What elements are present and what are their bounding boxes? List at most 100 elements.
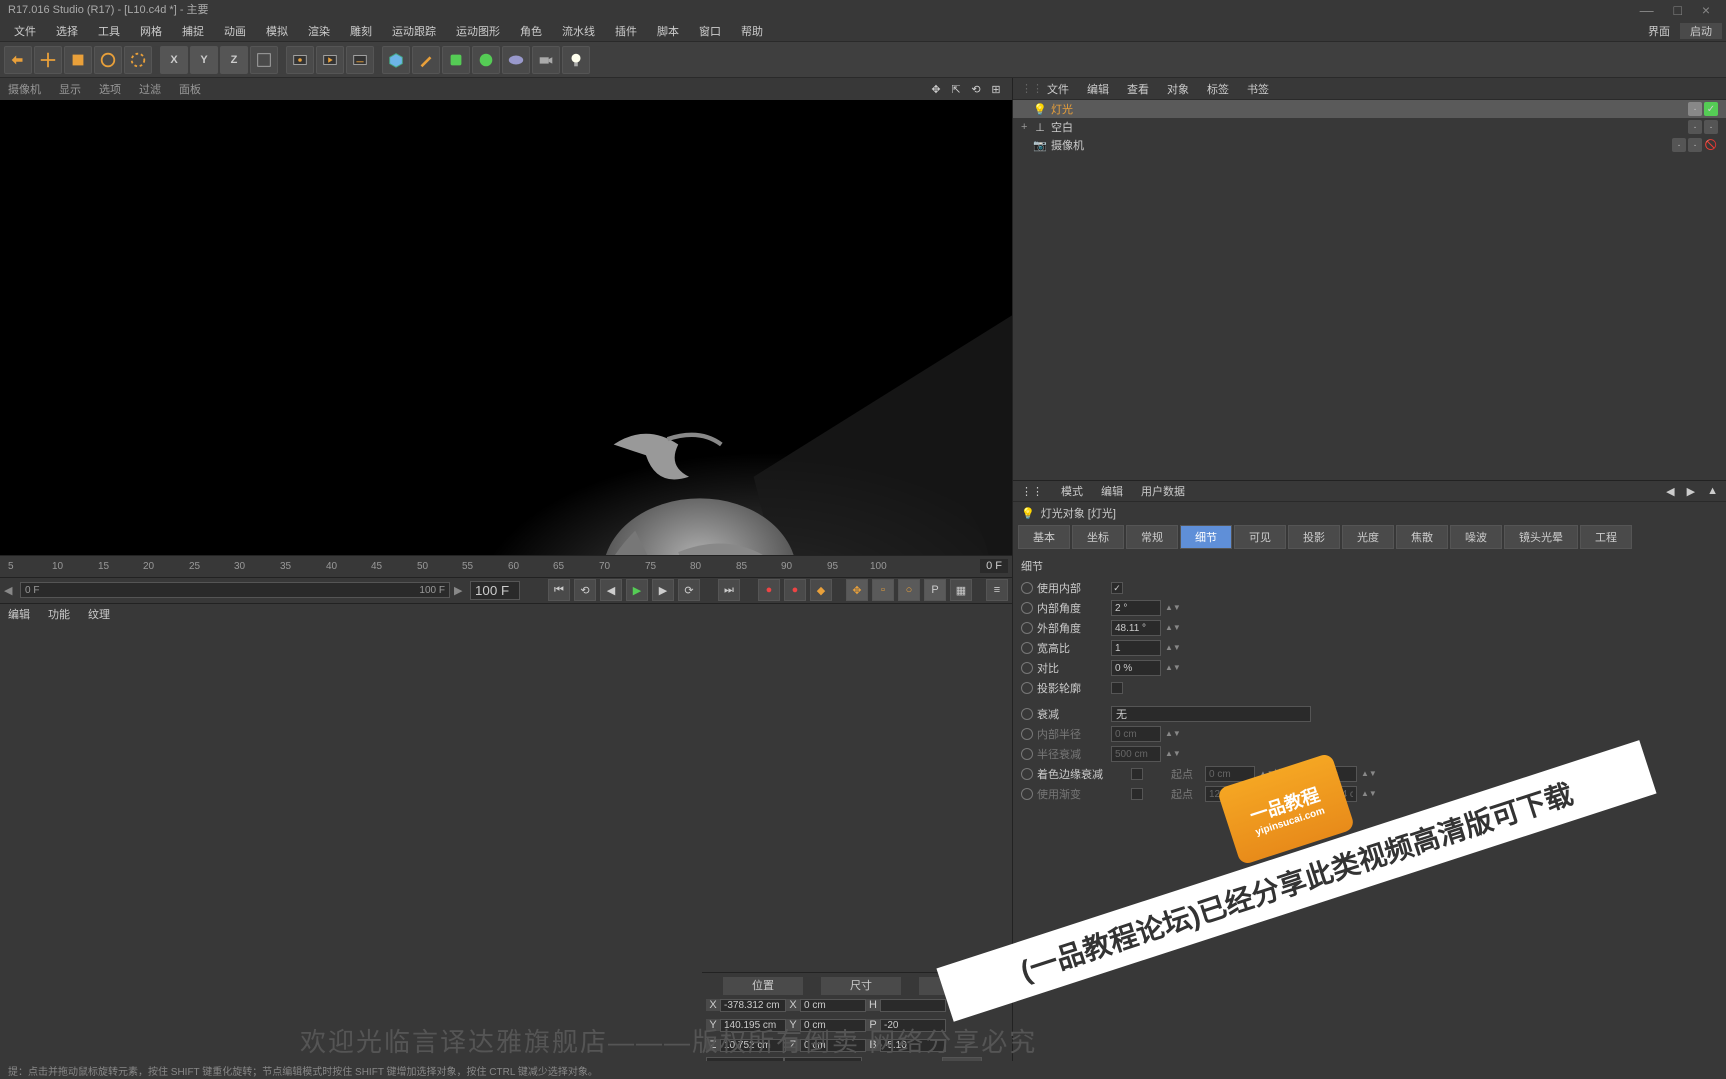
- mat-function[interactable]: 功能: [48, 606, 70, 622]
- coord-system-button[interactable]: [250, 46, 278, 74]
- anim-dot[interactable]: [1021, 748, 1033, 760]
- vp-tab-panel[interactable]: 面板: [179, 81, 201, 97]
- anim-dot[interactable]: [1021, 768, 1033, 780]
- render-flag[interactable]: ·: [1704, 120, 1718, 134]
- obj-view[interactable]: 查看: [1127, 81, 1149, 97]
- value-input[interactable]: [1111, 600, 1161, 616]
- rot-h-input[interactable]: [880, 999, 946, 1012]
- spinner-icon[interactable]: ▲▼: [1361, 770, 1371, 778]
- axis-x-button[interactable]: X: [160, 46, 188, 74]
- key-scale-button[interactable]: ▫: [872, 579, 894, 601]
- render-view-button[interactable]: [286, 46, 314, 74]
- value-input[interactable]: [1111, 726, 1161, 742]
- attr-up-icon[interactable]: ▲: [1707, 485, 1718, 498]
- object-name[interactable]: 摄像机: [1051, 137, 1131, 153]
- last-tool[interactable]: [124, 46, 152, 74]
- render-pv-button[interactable]: [316, 46, 344, 74]
- tab-visibility[interactable]: 可见: [1234, 525, 1286, 549]
- value-input[interactable]: [1111, 620, 1161, 636]
- anim-dot[interactable]: [1021, 708, 1033, 720]
- anim-dot[interactable]: [1021, 602, 1033, 614]
- deformer-button[interactable]: [472, 46, 500, 74]
- menu-window[interactable]: 窗口: [689, 23, 731, 39]
- spinner-icon[interactable]: ▲▼: [1165, 730, 1175, 738]
- expand-icon[interactable]: +: [1021, 121, 1033, 133]
- object-name[interactable]: 灯光: [1051, 101, 1131, 117]
- menu-character[interactable]: 角色: [510, 23, 552, 39]
- render-flag[interactable]: ·: [1688, 138, 1702, 152]
- goto-start-button[interactable]: ⏮: [548, 579, 570, 601]
- value-input[interactable]: [1111, 640, 1161, 656]
- checkbox[interactable]: [1111, 682, 1123, 694]
- object-tree[interactable]: 💡 灯光 · ✓ + ⊥ 空白 · · 📷 摄像机: [1013, 100, 1726, 480]
- menu-tools[interactable]: 工具: [88, 23, 130, 39]
- key-options-button[interactable]: ◆: [810, 579, 832, 601]
- timeline-ruler[interactable]: 5 10 15 20 25 30 35 40 45 50 55 60 65 70…: [0, 555, 1012, 577]
- attr-userdata[interactable]: 用户数据: [1141, 483, 1185, 499]
- grip-icon[interactable]: ⋮⋮: [1021, 485, 1043, 498]
- autokey-button[interactable]: ●: [784, 579, 806, 601]
- spinner-icon[interactable]: ▲▼: [1165, 644, 1175, 652]
- visibility-flag[interactable]: ·: [1688, 120, 1702, 134]
- anim-dot[interactable]: [1021, 788, 1033, 800]
- menu-file[interactable]: 文件: [4, 23, 46, 39]
- menu-select[interactable]: 选择: [46, 23, 88, 39]
- visibility-flag[interactable]: ·: [1688, 102, 1702, 116]
- value-input[interactable]: [1111, 660, 1161, 676]
- dropdown[interactable]: 无: [1111, 706, 1311, 722]
- anim-dot[interactable]: [1021, 582, 1033, 594]
- next-frame-button[interactable]: ▶: [652, 579, 674, 601]
- tab-caustics[interactable]: 焦散: [1396, 525, 1448, 549]
- menu-layout[interactable]: 界面: [1638, 23, 1680, 39]
- mat-texture[interactable]: 纹理: [88, 606, 110, 622]
- anim-dot[interactable]: [1021, 622, 1033, 634]
- anim-dot[interactable]: [1021, 662, 1033, 674]
- menu-simulate[interactable]: 模拟: [256, 23, 298, 39]
- size-x-input[interactable]: [800, 999, 866, 1012]
- tab-general[interactable]: 常规: [1126, 525, 1178, 549]
- tab-photometric[interactable]: 光度: [1342, 525, 1394, 549]
- cube-primitive-button[interactable]: [382, 46, 410, 74]
- range-slider[interactable]: 0 F 100 F: [20, 582, 450, 598]
- prev-frame-button[interactable]: ◀: [600, 579, 622, 601]
- anim-dot[interactable]: [1021, 642, 1033, 654]
- render-settings-button[interactable]: [346, 46, 374, 74]
- spinner-icon[interactable]: ▲▼: [1165, 750, 1175, 758]
- frame-end-input[interactable]: [470, 581, 520, 600]
- object-row-camera[interactable]: 📷 摄像机 · · 🚫: [1013, 136, 1726, 154]
- menu-render[interactable]: 渲染: [298, 23, 340, 39]
- obj-file[interactable]: 文件: [1047, 81, 1069, 97]
- object-row-light[interactable]: 💡 灯光 · ✓: [1013, 100, 1726, 118]
- spinner-icon[interactable]: ▲▼: [1165, 664, 1175, 672]
- menu-animate[interactable]: 动画: [214, 23, 256, 39]
- vp-tab-camera[interactable]: 摄像机: [8, 81, 41, 97]
- undo-button[interactable]: [4, 46, 32, 74]
- obj-tags[interactable]: 标签: [1207, 81, 1229, 97]
- key-pos-button[interactable]: ✥: [846, 579, 868, 601]
- grip-icon[interactable]: ⋮⋮: [1021, 82, 1029, 95]
- menu-sculpt[interactable]: 雕刻: [340, 23, 382, 39]
- play-forward-button[interactable]: ⟳: [678, 579, 700, 601]
- attr-edit[interactable]: 编辑: [1101, 483, 1123, 499]
- tab-shadow[interactable]: 投影: [1288, 525, 1340, 549]
- play-button[interactable]: ▶: [626, 579, 648, 601]
- attr-mode[interactable]: 模式: [1061, 483, 1083, 499]
- vp-tab-filter[interactable]: 过滤: [139, 81, 161, 97]
- spinner-icon[interactable]: ▲▼: [1165, 624, 1175, 632]
- vp-layout-icon[interactable]: ⊞: [988, 81, 1004, 97]
- tab-noise[interactable]: 噪波: [1450, 525, 1502, 549]
- environment-button[interactable]: [502, 46, 530, 74]
- tab-details[interactable]: 细节: [1180, 525, 1232, 549]
- viewport[interactable]: ↖: [0, 100, 1012, 555]
- pos-x-input[interactable]: [720, 999, 786, 1012]
- tab-lens[interactable]: 镜头光晕: [1504, 525, 1578, 549]
- render-flag[interactable]: ✓: [1704, 102, 1718, 116]
- dopesheet-button[interactable]: ≡: [986, 579, 1008, 601]
- tab-basic[interactable]: 基本: [1018, 525, 1070, 549]
- vp-zoom-icon[interactable]: ⇱: [948, 81, 964, 97]
- object-name[interactable]: 空白: [1051, 119, 1131, 135]
- tab-project[interactable]: 工程: [1580, 525, 1632, 549]
- mat-edit[interactable]: 编辑: [8, 606, 30, 622]
- slider-left-icon[interactable]: ◀: [4, 584, 16, 597]
- record-button[interactable]: ●: [758, 579, 780, 601]
